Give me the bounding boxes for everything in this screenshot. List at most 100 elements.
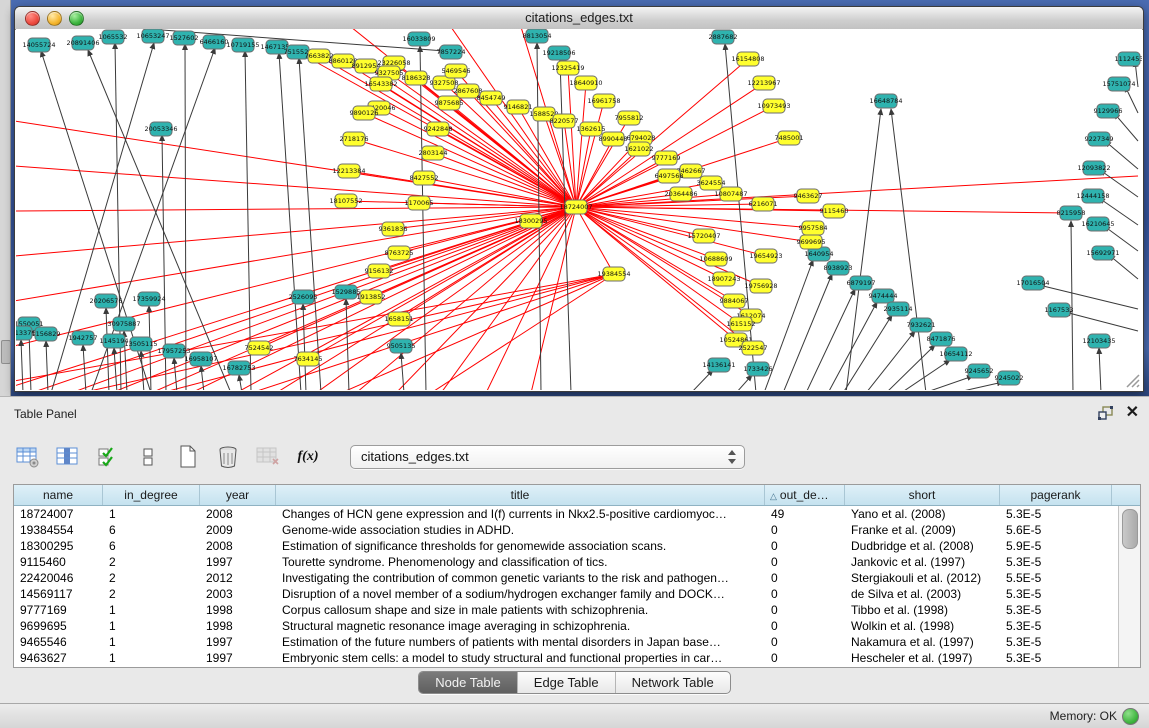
graph-edge[interactable] <box>1065 312 1138 331</box>
close-panel-icon[interactable]: ✕ <box>1126 405 1139 421</box>
graph-edge[interactable] <box>924 376 973 390</box>
table-row[interactable]: 977716911998Corpus callosum shape and si… <box>14 602 1118 618</box>
graph-node-label: 2522547 <box>739 344 768 352</box>
graph-node-label: 9699695 <box>797 238 826 246</box>
graph-node-label: 6466160 <box>200 38 229 46</box>
graph-edge[interactable] <box>16 207 576 301</box>
graph-edge[interactable] <box>736 375 752 390</box>
graph-edge[interactable] <box>783 274 832 390</box>
table-scrollbar[interactable] <box>1118 506 1140 667</box>
graph-node-label: 2887682 <box>709 33 738 41</box>
table-row[interactable]: 1830029562008Estimation of significance … <box>14 538 1118 554</box>
panel-resize-handle[interactable] <box>1 340 11 364</box>
table-row[interactable]: 911546021997Tourette syndrome. Phenomeno… <box>14 554 1118 570</box>
graph-edge[interactable] <box>576 207 704 236</box>
table-row[interactable]: 946362711997Embryonic stem cells: a mode… <box>14 650 1118 666</box>
graph-edge[interactable] <box>16 207 576 256</box>
network-window-titlebar[interactable]: citations_edges.txt <box>15 7 1143 30</box>
table-cell: 9699695 <box>14 618 103 634</box>
tab-edge-table[interactable]: Edge Table <box>518 672 616 693</box>
row-height-button[interactable] <box>134 444 162 470</box>
table-cell: Changes of HCN gene expression and I(f) … <box>276 506 765 522</box>
graph-node-label: 5469546 <box>442 67 471 75</box>
graph-edge[interactable] <box>239 375 242 390</box>
graph-node-label: 12103435 <box>1082 337 1115 345</box>
graph-edge[interactable] <box>891 109 926 390</box>
table-cell: 5.3E-5 <box>1000 602 1112 618</box>
graph-node-label: 20891406 <box>66 39 99 47</box>
graph-node-label: 8215958 <box>1057 209 1086 217</box>
graph-edge[interactable] <box>846 109 881 390</box>
graph-edge[interactable] <box>185 44 186 390</box>
column-header-short[interactable]: short <box>845 485 1000 505</box>
graph-edge[interactable] <box>866 331 915 390</box>
graph-node-label: 1362615 <box>577 125 606 133</box>
graph-edge[interactable] <box>16 166 576 207</box>
graph-node-label: 9505135 <box>387 342 416 350</box>
graph-node-label: 1942757 <box>69 334 98 342</box>
delete-table-button[interactable] <box>254 444 282 470</box>
graph-node-label: 16543382 <box>364 80 397 88</box>
tab-network-table[interactable]: Network Table <box>616 672 730 693</box>
table-row[interactable]: 1938455462009Genome-wide association stu… <box>14 522 1118 538</box>
graph-edge[interactable] <box>560 60 571 390</box>
column-header-pagerank[interactable]: pagerank <box>1000 485 1112 505</box>
create-column-button[interactable] <box>174 444 202 470</box>
graph-node-label: 16154808 <box>731 55 764 63</box>
graph-edge[interactable] <box>46 341 48 390</box>
graph-edge[interactable] <box>401 353 404 390</box>
function-builder-button[interactable]: f(x) <box>294 444 322 470</box>
graph-edge[interactable] <box>954 382 1003 390</box>
scrollbar-thumb[interactable] <box>1122 509 1138 549</box>
graph-edge[interactable] <box>576 207 614 274</box>
graph-edge[interactable] <box>806 289 855 390</box>
selector-stepper-icon <box>728 449 737 465</box>
table-tabs-row: Node TableEdge TableNetwork Table <box>0 671 1149 694</box>
graph-edge[interactable] <box>303 304 306 390</box>
graph-node-label: 1527602 <box>170 34 199 42</box>
table-toolbar: f(x) citations_edges.txt <box>14 437 745 477</box>
table-cell: Estimation of significance thresholds fo… <box>276 538 765 554</box>
graph-edge[interactable] <box>21 340 23 390</box>
graph-edge[interactable] <box>828 302 877 390</box>
graph-node-label: 20206576 <box>89 297 122 305</box>
status-bar: Memory: OK <box>0 703 1149 728</box>
table-row[interactable]: 1456911722003Disruption of a novel membe… <box>14 586 1118 602</box>
table-options-button[interactable] <box>14 444 42 470</box>
graph-edge[interactable] <box>174 358 177 390</box>
graph-edge[interactable] <box>114 348 117 390</box>
graph-edge[interactable] <box>886 345 935 390</box>
table-cell: 5.3E-5 <box>1000 650 1112 666</box>
graph-edge[interactable] <box>236 207 576 390</box>
column-header-in_degree[interactable]: in_degree <box>103 485 200 505</box>
delete-column-button[interactable] <box>214 444 242 470</box>
table-row[interactable]: 1872400712008Changes of HCN gene express… <box>14 506 1118 522</box>
column-header-name[interactable]: name <box>14 485 103 505</box>
table-row[interactable]: 946554611997Estimation of the future num… <box>14 634 1118 650</box>
graph-edge[interactable] <box>16 207 576 211</box>
column-header-title[interactable]: title <box>276 485 765 505</box>
show-columns-button[interactable] <box>54 444 82 470</box>
table-cell: 2 <box>103 586 200 602</box>
column-header-year[interactable]: year <box>200 485 276 505</box>
window-resize-grip[interactable] <box>1124 372 1140 388</box>
tab-node-table[interactable]: Node Table <box>419 672 518 693</box>
table-selector[interactable]: citations_edges.txt <box>350 445 745 469</box>
table-row[interactable]: 969969511998Structural magnetic resonanc… <box>14 618 1118 634</box>
network-canvas[interactable]: 1405572420891406106553210653247152760264… <box>16 29 1142 390</box>
table-cell: 1 <box>103 506 200 522</box>
selection-mode-button[interactable] <box>94 444 122 470</box>
column-header-out_de[interactable]: △out_de… <box>765 485 845 505</box>
graph-edge[interactable] <box>279 53 301 390</box>
float-panel-icon[interactable] <box>1098 406 1114 420</box>
table-cell: Genome-wide association studies in ADHD. <box>276 522 765 538</box>
graph-edge[interactable] <box>16 121 576 207</box>
table-row[interactable]: 2242004622012Investigating the contribut… <box>14 570 1118 586</box>
graph-edge[interactable] <box>691 370 713 390</box>
graph-node-label: 1156829 <box>32 330 61 338</box>
graph-node-label: 9957584 <box>799 224 828 232</box>
graph-edge[interactable] <box>299 58 321 390</box>
graph-edge[interactable] <box>364 113 576 207</box>
graph-edge[interactable] <box>83 345 86 390</box>
graph-edge[interactable] <box>1099 348 1101 390</box>
